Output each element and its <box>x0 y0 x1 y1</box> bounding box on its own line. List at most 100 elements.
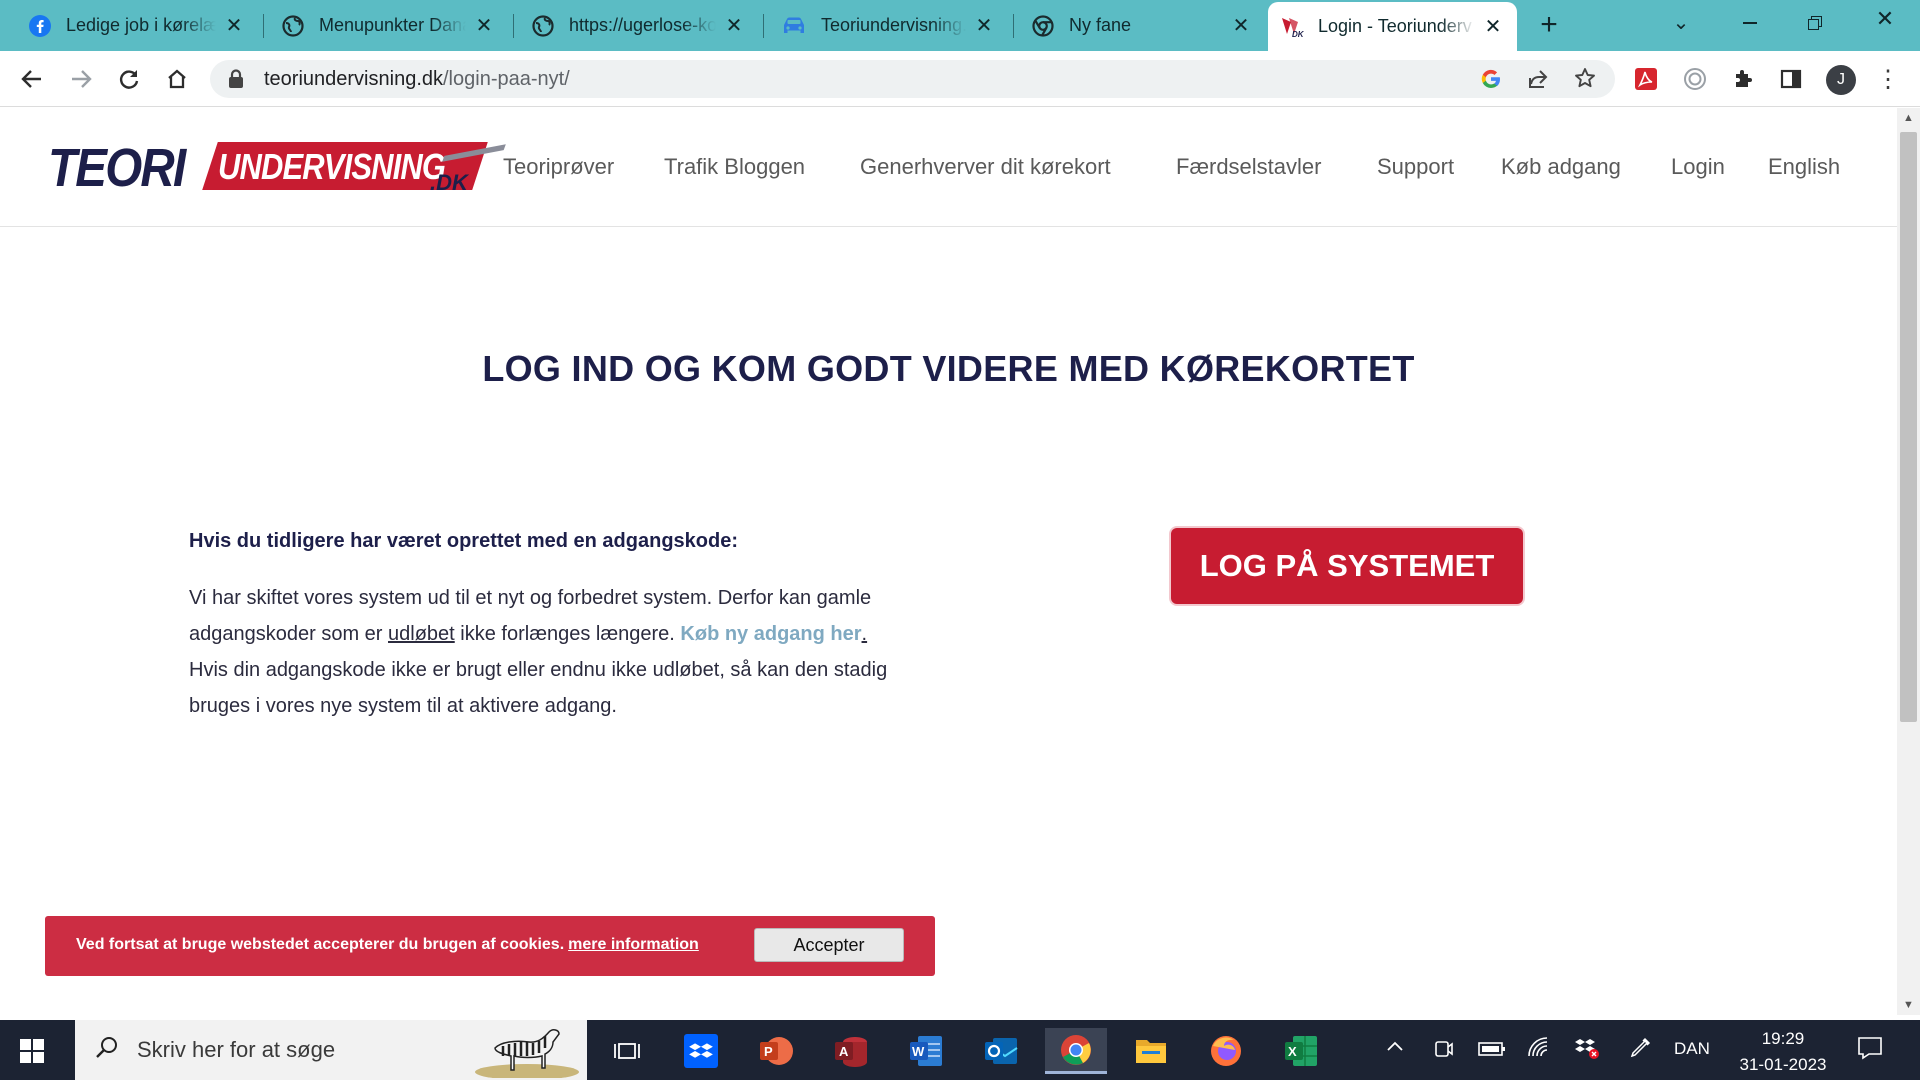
scroll-up-arrow-icon[interactable]: ▲ <box>1897 108 1920 128</box>
back-button[interactable] <box>14 61 50 97</box>
wifi-icon[interactable] <box>1526 1036 1550 1066</box>
close-tab-icon[interactable]: ✕ <box>974 16 994 36</box>
reload-button[interactable] <box>111 61 147 97</box>
pen-ink-icon[interactable] <box>1628 1036 1652 1066</box>
clock[interactable]: 19:29 31-01-2023 <box>1728 1026 1838 1078</box>
nav-support[interactable]: Support <box>1377 154 1454 180</box>
web-page: TEORI UNDERVISNING .DK Teoriprøver Trafi… <box>0 108 1897 1015</box>
facebook-icon <box>28 14 52 38</box>
battery-icon[interactable] <box>1478 1040 1506 1064</box>
close-tab-icon[interactable]: ✕ <box>474 16 494 36</box>
tab-title: Login - Teoriunderv <box>1318 16 1475 37</box>
firefox-icon[interactable] <box>1195 1028 1257 1074</box>
nav-generhverver[interactable]: Generhverver dit kørekort <box>860 154 1111 180</box>
language-indicator[interactable]: DAN <box>1674 1039 1710 1059</box>
tab-search-chevron-icon[interactable]: ⌄ <box>1666 10 1696 40</box>
expired-link[interactable]: udløbet <box>388 623 455 645</box>
car-icon <box>781 14 807 38</box>
close-tab-icon[interactable]: ✕ <box>724 16 744 36</box>
menu-kebab-icon[interactable]: ⋮ <box>1870 61 1906 97</box>
windows-taskbar: Skriv her for at søge P A W X DAN 19:29 … <box>0 1020 1920 1080</box>
buy-access-link[interactable]: Køb ny adgang her <box>680 623 861 645</box>
windows-start-icon[interactable] <box>20 1039 44 1068</box>
url-text: teoriundervisning.dk/login-paa-nyt/ <box>264 67 570 90</box>
browser-tab[interactable]: https://ugerlose-ko ✕ <box>503 0 758 51</box>
dropbox-sync-error-icon[interactable] <box>1574 1036 1600 1066</box>
svg-text:DK: DK <box>1292 30 1304 38</box>
browser-tab[interactable]: Teoriundervisning.d ✕ <box>753 0 1008 51</box>
profile-avatar[interactable]: J <box>1826 65 1856 95</box>
svg-text:X: X <box>1288 1044 1297 1059</box>
teori-favicon: DK <box>1280 15 1304 39</box>
powerpoint-icon[interactable]: P <box>745 1028 807 1074</box>
extensions-puzzle-icon[interactable] <box>1725 61 1761 97</box>
close-tab-icon[interactable]: ✕ <box>1231 16 1251 36</box>
file-explorer-icon[interactable] <box>1120 1028 1182 1074</box>
logo-teori-text: TEORI <box>48 138 186 198</box>
chrome-taskbar-icon[interactable] <box>1045 1028 1107 1074</box>
cookie-banner: Ved fortsat at bruge webstedet acceptere… <box>45 916 935 976</box>
intro-heading: Hvis du tidligere har været oprettet med… <box>189 530 739 552</box>
logo-dk-text: .DK <box>430 170 468 195</box>
acrobat-extension-icon[interactable] <box>1628 61 1664 97</box>
nav-english[interactable]: English <box>1768 154 1840 180</box>
browser-toolbar: teoriundervisning.dk/login-paa-nyt/ J ⋮ <box>0 51 1920 107</box>
site-header: TEORI UNDERVISNING .DK Teoriprøver Trafi… <box>0 108 1897 227</box>
home-button[interactable] <box>159 61 195 97</box>
tray-overflow-chevron-icon[interactable] <box>1384 1036 1406 1064</box>
close-tab-icon[interactable]: ✕ <box>1483 17 1503 37</box>
new-tab-button[interactable]: + <box>1533 10 1565 42</box>
meet-now-icon[interactable] <box>1432 1038 1454 1066</box>
nav-trafik-bloggen[interactable]: Trafik Bloggen <box>664 154 805 180</box>
browser-tab[interactable]: Ledige job i kørelæ ✕ <box>0 0 258 51</box>
svg-text:P: P <box>764 1044 773 1059</box>
close-tab-icon[interactable]: ✕ <box>224 16 244 36</box>
site-logo[interactable]: TEORI UNDERVISNING .DK <box>48 136 506 200</box>
tab-title: Menupunkter Dana <box>319 15 466 36</box>
browser-tab-active[interactable]: DK Login - Teoriunderv ✕ <box>1268 2 1517 51</box>
accept-cookies-button[interactable]: Accepter <box>754 928 904 962</box>
restore-button[interactable] <box>1795 8 1835 38</box>
share-icon[interactable] <box>1527 68 1549 95</box>
excel-icon[interactable]: X <box>1270 1028 1332 1074</box>
chrome-icon <box>1031 14 1055 38</box>
search-placeholder: Skriv her for at søge <box>137 1037 336 1062</box>
globe-icon <box>281 14 305 38</box>
globe-icon <box>531 14 555 38</box>
address-bar[interactable]: teoriundervisning.dk/login-paa-nyt/ <box>210 60 1615 98</box>
search-icon <box>95 1036 119 1065</box>
minimize-button[interactable] <box>1730 8 1770 38</box>
lock-icon[interactable] <box>228 69 246 89</box>
google-icon[interactable] <box>1480 68 1502 95</box>
bookmark-star-icon[interactable] <box>1574 67 1596 94</box>
close-window-button[interactable]: ✕ <box>1865 6 1905 40</box>
clock-time: 19:29 <box>1761 1029 1805 1048</box>
nav-teoriprover[interactable]: Teoriprøver <box>503 154 614 180</box>
logo-undervisning-text: UNDERVISNING <box>218 146 446 187</box>
side-panel-icon[interactable] <box>1773 61 1809 97</box>
forward-button[interactable] <box>63 61 99 97</box>
access-icon[interactable]: A <box>820 1028 882 1074</box>
taskbar-search-box[interactable]: Skriv her for at søge <box>75 1020 587 1080</box>
tab-title: Teoriundervisning.d <box>821 15 966 36</box>
svg-text:W: W <box>912 1044 925 1059</box>
word-icon[interactable]: W <box>895 1028 957 1074</box>
scroll-down-arrow-icon[interactable]: ▼ <box>1897 995 1920 1015</box>
tab-strip: Ledige job i kørelæ ✕ Menupunkter Dana ✕… <box>0 0 1920 51</box>
scroll-thumb[interactable] <box>1900 132 1917 722</box>
task-view-icon[interactable] <box>596 1028 658 1074</box>
outlook-icon[interactable] <box>970 1028 1032 1074</box>
notifications-icon[interactable] <box>1857 1036 1883 1066</box>
tab-title: Ledige job i kørelæ <box>66 15 216 36</box>
nav-faerdselstavler[interactable]: Færdselstavler <box>1176 154 1321 180</box>
page-scrollbar[interactable]: ▲ ▼ <box>1897 108 1920 1015</box>
browser-tab[interactable]: Ny fane ✕ <box>1003 0 1265 51</box>
nav-kob-adgang[interactable]: Køb adgang <box>1501 154 1621 180</box>
log-in-system-button[interactable]: LOG PÅ SYSTEMET <box>1171 528 1523 604</box>
extension-circle-icon[interactable] <box>1677 61 1713 97</box>
dropbox-icon[interactable] <box>670 1028 732 1074</box>
more-information-link[interactable]: mere information <box>568 936 699 953</box>
page-title: LOG IND OG KOM GODT VIDERE MED KØREKORTE… <box>482 348 1415 389</box>
nav-login[interactable]: Login <box>1671 154 1725 180</box>
browser-tab[interactable]: Menupunkter Dana ✕ <box>253 0 508 51</box>
